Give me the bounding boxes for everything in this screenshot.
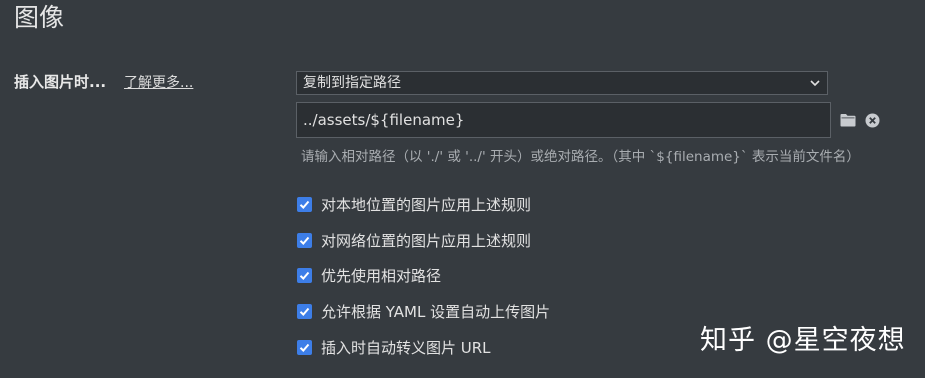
select-value: 复制到指定路径 [303, 75, 401, 91]
checkbox-box[interactable] [297, 303, 312, 319]
folder-icon[interactable] [840, 113, 856, 127]
insert-image-action-select[interactable]: 复制到指定路径 [296, 71, 828, 95]
checkbox-prefer-relative[interactable]: 优先使用相对路径 [297, 265, 441, 285]
check-icon [299, 236, 310, 245]
learn-more-link[interactable]: 了解更多... [124, 72, 193, 92]
checkbox-label: 优先使用相对路径 [321, 266, 442, 285]
checkbox-apply-local[interactable]: 对本地位置的图片应用上述规则 [297, 194, 531, 214]
image-settings-page: 图像 插入图片时... 了解更多... 复制到指定路径 ../assets/${… [0, 0, 925, 378]
checkbox-yaml-upload[interactable]: 允许根据 YAML 设置自动上传图片 [297, 301, 550, 321]
checkbox-apply-network[interactable]: 对网络位置的图片应用上述规则 [297, 230, 531, 250]
chevron-down-icon [810, 80, 820, 87]
path-hint-text: 请输入相对路径（以 './' 或 '../' 开头）或绝对路径。（其中 `${f… [301, 149, 860, 165]
checkbox-box[interactable] [297, 267, 312, 283]
checkbox-box[interactable] [297, 196, 312, 212]
check-icon [299, 343, 310, 352]
section-title: 图像 [14, 3, 65, 32]
checkbox-escape-url[interactable]: 插入时自动转义图片 URL [297, 337, 491, 357]
checkbox-box[interactable] [297, 339, 312, 355]
check-icon [299, 200, 310, 209]
close-circle-icon[interactable] [865, 113, 880, 128]
watermark: 知乎 @星空夜想 [700, 325, 906, 356]
checkbox-label: 对本地位置的图片应用上述规则 [321, 195, 532, 214]
check-icon [299, 307, 310, 316]
insert-image-label: 插入图片时... [14, 73, 107, 91]
checkbox-label: 对网络位置的图片应用上述规则 [321, 231, 532, 250]
checkbox-label: 插入时自动转义图片 URL [321, 338, 491, 357]
checkbox-label: 允许根据 YAML 设置自动上传图片 [321, 302, 551, 321]
checkbox-box[interactable] [297, 232, 312, 248]
check-icon [299, 271, 310, 280]
image-path-input[interactable]: ../assets/${filename} [296, 102, 831, 138]
